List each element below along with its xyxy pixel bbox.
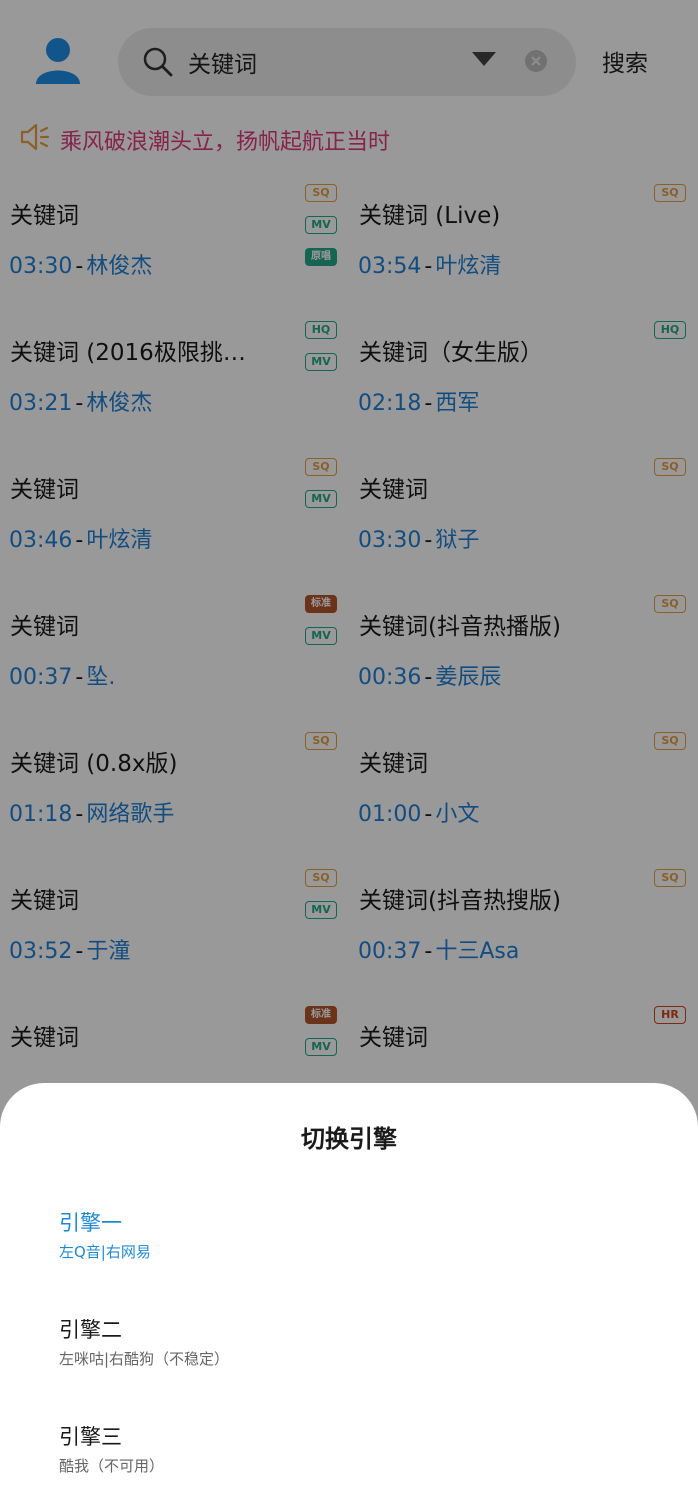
engine-option-1[interactable]: 引擎一 左Q音|右网易 (58, 1207, 658, 1287)
engine-desc: 左咪咕|右酷狗（不稳定） (59, 1350, 230, 1368)
engine-switch-sheet: 切换引擎 引擎一 左Q音|右网易 引擎二 左咪咕|右酷狗（不稳定） 引擎三 酷我… (0, 1083, 698, 1500)
engine-name: 引擎二 (59, 1318, 122, 1342)
engine-name: 引擎一 (59, 1211, 122, 1235)
sheet-title: 切换引擎 (301, 1125, 397, 1153)
engine-desc: 酷我（不可用） (59, 1457, 165, 1475)
engine-desc: 左Q音|右网易 (59, 1243, 151, 1261)
engine-name: 引擎三 (59, 1425, 122, 1449)
engine-option-2[interactable]: 引擎二 左咪咕|右酷狗（不稳定） (58, 1314, 658, 1394)
engine-option-3[interactable]: 引擎三 酷我（不可用） (58, 1421, 658, 1500)
